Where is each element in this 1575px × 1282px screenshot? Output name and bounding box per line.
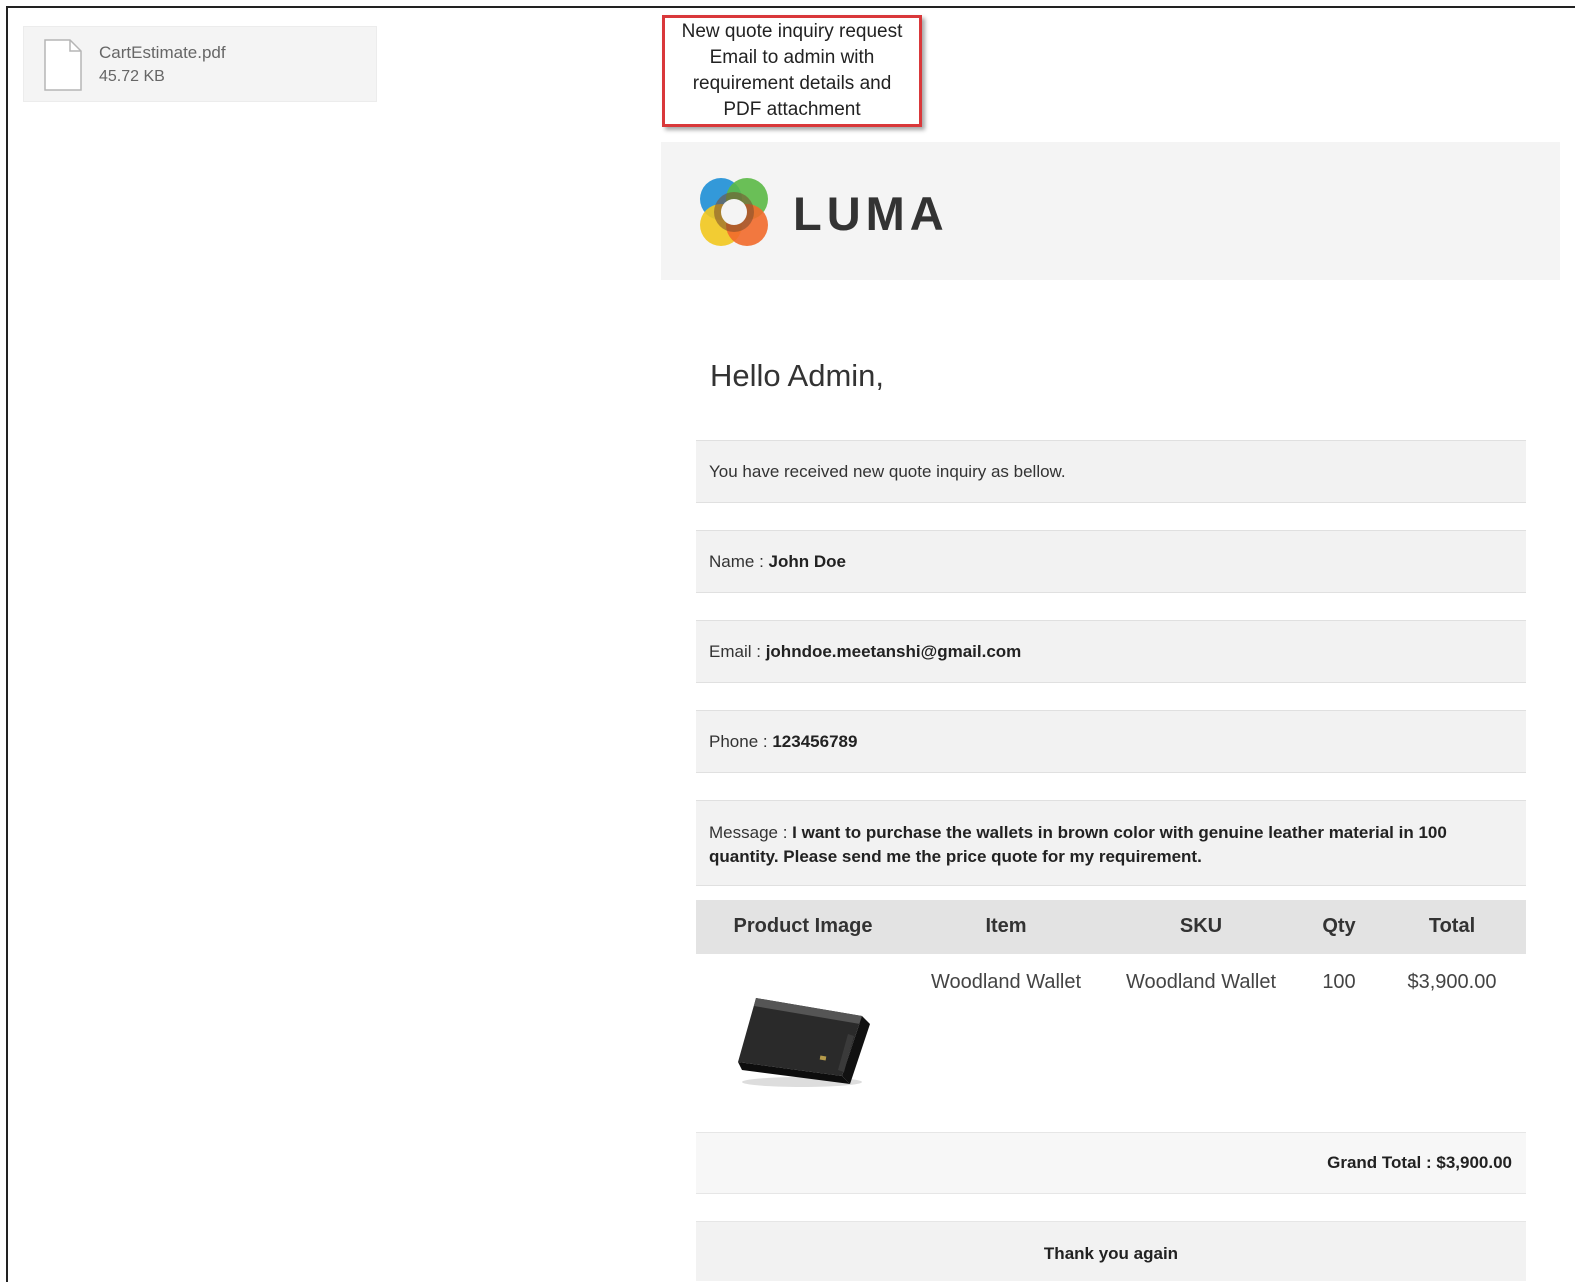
attachment-card[interactable]: CartEstimate.pdf 45.72 KB bbox=[23, 26, 377, 102]
intro-row: You have received new quote inquiry as b… bbox=[696, 440, 1526, 503]
email-row: Email : johndoe.meetanshi@gmail.com bbox=[696, 620, 1526, 683]
email-value[interactable]: johndoe.meetanshi@gmail.com bbox=[766, 642, 1022, 662]
email-label: Email : bbox=[709, 641, 761, 661]
header-qty: Qty bbox=[1322, 915, 1356, 937]
intro-text: You have received new quote inquiry as b… bbox=[709, 461, 1066, 481]
message-value: I want to purchase the wallets in brown … bbox=[709, 823, 1447, 866]
header-sku: SKU bbox=[1179, 915, 1223, 937]
header-product-image: Product Image bbox=[733, 915, 873, 937]
phone-label: Phone : bbox=[709, 731, 768, 751]
file-icon bbox=[44, 39, 82, 96]
luma-logo-icon bbox=[697, 175, 771, 254]
callout-line: requirement details and bbox=[692, 73, 892, 94]
phone-value: 123456789 bbox=[772, 731, 858, 751]
item-name: Woodland Wallet bbox=[930, 971, 1082, 993]
thank-you-footer: Thank you again bbox=[696, 1221, 1526, 1281]
message-row: Message : I want to purchase the wallets… bbox=[696, 800, 1526, 886]
callout-line: PDF attachment bbox=[723, 99, 861, 120]
message-label: Message : bbox=[709, 823, 788, 842]
attachment-file-name: CartEstimate.pdf bbox=[99, 43, 226, 62]
item-sku: Woodland Wallet bbox=[1125, 971, 1277, 993]
name-label: Name : bbox=[709, 551, 764, 571]
header-total: Total bbox=[1428, 915, 1476, 937]
annotation-callout: New quote inquiry request Email to admin… bbox=[662, 15, 922, 127]
brand-name: LUMA bbox=[793, 187, 949, 240]
name-value: John Doe bbox=[768, 551, 846, 571]
callout-line: New quote inquiry request bbox=[681, 21, 903, 42]
callout-line: Email to admin with bbox=[709, 47, 875, 68]
wallet-product-image bbox=[732, 990, 872, 1095]
item-total: $3,900.00 bbox=[1407, 971, 1497, 993]
email-header: LUMA bbox=[661, 142, 1560, 280]
item-qty: 100 bbox=[1322, 971, 1356, 993]
grand-total: Grand Total : $3,900.00 bbox=[696, 1132, 1526, 1194]
header-item: Item bbox=[985, 915, 1027, 937]
phone-row: Phone : 123456789 bbox=[696, 710, 1526, 773]
attachment-file-size: 45.72 KB bbox=[99, 68, 165, 85]
name-row: Name : John Doe bbox=[696, 530, 1526, 593]
greeting: Hello Admin, bbox=[710, 358, 885, 393]
